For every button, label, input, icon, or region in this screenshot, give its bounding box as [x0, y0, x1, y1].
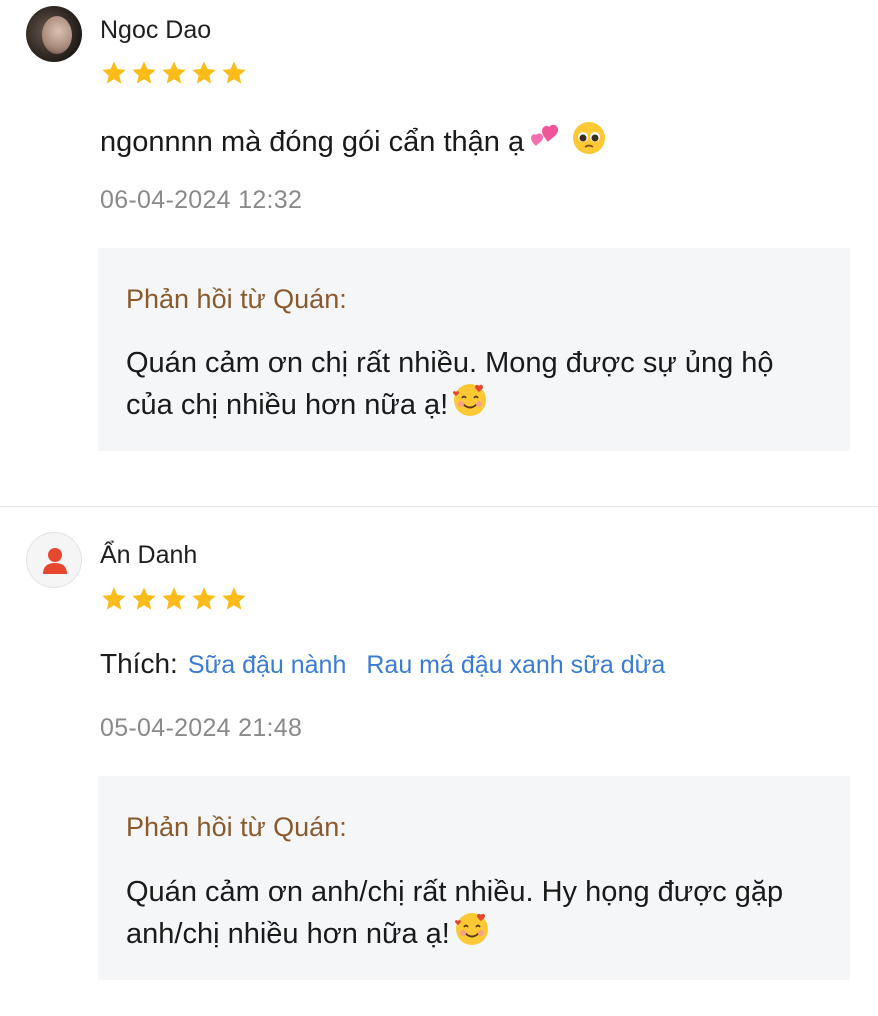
review-date: 05-04-2024 21:48	[100, 714, 303, 742]
two-hearts-emoji	[531, 124, 559, 146]
star-icon	[102, 61, 126, 84]
star-icon	[192, 587, 216, 610]
liked-item-link[interactable]: Rau má đậu xanh sữa dừa	[366, 651, 665, 680]
review-date: 06-04-2024 12:32	[100, 186, 303, 214]
star-icon	[102, 587, 126, 610]
star-icon	[162, 61, 186, 84]
divider	[0, 506, 878, 507]
star-icon	[132, 587, 156, 610]
reviewer-name: Ẩn Danh	[100, 541, 198, 569]
star-icon	[192, 61, 216, 84]
likes-label: Thích:	[100, 648, 178, 679]
star-icon	[222, 61, 246, 84]
star-icon	[222, 587, 246, 610]
reply-title: Phản hồi từ Quán:	[126, 812, 347, 842]
review-item: Ngoc Dao ngonnnn mà đóng gói cẩn thận ạ …	[0, 0, 878, 506]
smiling-face-with-hearts-emoji	[454, 913, 488, 945]
comment-text: ngonnnn mà đóng gói cẩn thận ạ	[100, 126, 525, 158]
star-rating	[100, 59, 248, 87]
reply-text-content: Quán cảm ơn chị rất nhiều. Mong được sự …	[126, 347, 774, 421]
liked-items: Thích: Sữa đậu nành Rau má đậu xanh sữa …	[100, 648, 685, 680]
review-comment: ngonnnn mà đóng gói cẩn thận ạ	[100, 121, 606, 159]
star-rating	[100, 585, 248, 613]
pleading-face-emoji	[573, 122, 606, 154]
star-icon	[162, 587, 186, 610]
anonymous-avatar[interactable]	[26, 532, 82, 588]
reply-text: Quán cảm ơn anh/chị rất nhiều. Hy họng đ…	[126, 873, 816, 953]
liked-item-link[interactable]: Sữa đậu nành	[188, 651, 347, 680]
user-avatar[interactable]	[26, 6, 82, 62]
shop-reply: Phản hồi từ Quán: Quán cảm ơn anh/chị rấ…	[98, 776, 850, 980]
anonymous-user-icon	[43, 548, 67, 574]
star-icon	[132, 61, 156, 84]
reply-text: Quán cảm ơn chị rất nhiều. Mong được sự …	[126, 344, 816, 424]
shop-reply: Phản hồi từ Quán: Quán cảm ơn chị rất nh…	[98, 248, 850, 451]
reviewer-name: Ngoc Dao	[100, 16, 212, 44]
smiling-face-with-hearts-emoji	[453, 384, 487, 416]
reply-title: Phản hồi từ Quán:	[126, 284, 347, 314]
